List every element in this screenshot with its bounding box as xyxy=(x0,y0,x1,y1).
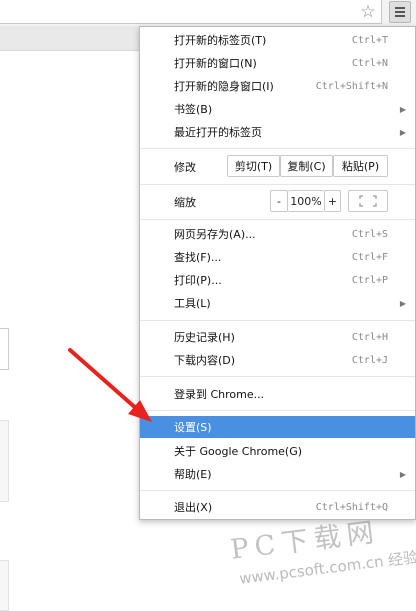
menu-item-label: 登录到 Chrome... xyxy=(174,388,265,401)
edit-label: 修改 xyxy=(174,161,196,174)
menu-item-recent-tabs[interactable]: 最近打开的标签页 ▶ xyxy=(140,121,415,143)
menu-item-downloads[interactable]: 下载内容(D) Ctrl+J xyxy=(140,349,415,371)
browser-toolbar: ☆ xyxy=(0,0,416,27)
cut-button[interactable]: 剪切(T) xyxy=(227,155,280,177)
menu-item-label: 打印(P)... xyxy=(174,274,222,287)
paste-button[interactable]: 粘贴(P) xyxy=(333,155,388,177)
menu-item-about[interactable]: 关于 Google Chrome(G) xyxy=(140,440,415,462)
address-bar[interactable] xyxy=(0,0,382,24)
menu-item-shortcut: Ctrl+N xyxy=(351,57,388,69)
menu-item-label: 工具(L) xyxy=(174,297,211,310)
menu-item-label: 关于 Google Chrome(G) xyxy=(174,445,303,458)
menu-item-label: 打开新的隐身窗口(I) xyxy=(174,80,274,93)
zoom-out-button[interactable]: - xyxy=(270,190,288,212)
menu-item-label: 退出(X) xyxy=(174,501,213,514)
menu-item-shortcut: Ctrl+T xyxy=(351,34,388,46)
menu-item-label: 设置(S) xyxy=(174,421,212,434)
menu-item-shortcut: Ctrl+Shift+N xyxy=(315,80,388,92)
hamburger-menu-icon[interactable] xyxy=(389,1,411,23)
star-outline-icon[interactable]: ☆ xyxy=(356,2,380,22)
menu-item-bookmarks[interactable]: 书签(B) ▶ xyxy=(140,98,415,120)
page-card-fragment xyxy=(0,420,9,502)
zoom-level: 100% xyxy=(288,190,324,212)
menu-item-new-tab[interactable]: 打开新的标签页(T) Ctrl+T xyxy=(140,29,415,51)
chrome-main-menu: 打开新的标签页(T) Ctrl+T 打开新的窗口(N) Ctrl+N 打开新的隐… xyxy=(139,26,416,520)
menu-item-find[interactable]: 查找(F)... Ctrl+F xyxy=(140,246,415,268)
menu-item-new-window[interactable]: 打开新的窗口(N) Ctrl+N xyxy=(140,52,415,74)
page-input-fragment[interactable] xyxy=(0,328,9,370)
menu-item-shortcut: Ctrl+S xyxy=(351,228,388,240)
menu-separator xyxy=(140,148,415,149)
menu-item-label: 历史记录(H) xyxy=(174,331,235,344)
watermark-overlay-text: 经验 xyxy=(387,548,416,570)
menu-separator xyxy=(140,184,415,185)
menu-item-label: 下载内容(D) xyxy=(174,354,236,367)
page-card-fragment xyxy=(0,560,9,611)
menu-item-new-incognito-window[interactable]: 打开新的隐身窗口(I) Ctrl+Shift+N xyxy=(140,75,415,97)
menu-separator xyxy=(140,490,415,491)
menu-item-shortcut: Ctrl+Shift+Q xyxy=(315,501,388,513)
menu-item-label: 最近打开的标签页 xyxy=(174,126,262,139)
menu-item-help[interactable]: 帮助(E) ▶ xyxy=(140,463,415,485)
menu-item-shortcut: Ctrl+P xyxy=(351,274,388,286)
submenu-arrow-icon: ▶ xyxy=(399,127,406,137)
menu-item-save-page[interactable]: 网页另存为(A)... Ctrl+S xyxy=(140,223,415,245)
fullscreen-icon[interactable] xyxy=(348,190,388,212)
menu-item-sign-in[interactable]: 登录到 Chrome... xyxy=(140,383,415,405)
submenu-arrow-icon: ▶ xyxy=(399,469,406,479)
page-header-strip xyxy=(0,26,140,51)
menu-item-print[interactable]: 打印(P)... Ctrl+P xyxy=(140,269,415,291)
menu-item-tools[interactable]: 工具(L) ▶ xyxy=(140,292,415,314)
menu-item-shortcut: Ctrl+F xyxy=(351,251,388,263)
menu-item-label: 查找(F)... xyxy=(174,251,222,264)
menu-item-history[interactable]: 历史记录(H) Ctrl+H xyxy=(140,326,415,348)
menu-item-shortcut: Ctrl+H xyxy=(351,331,388,343)
menu-separator xyxy=(140,410,415,411)
menu-edit-row: 修改 剪切(T) 复制(C) 粘贴(P) xyxy=(140,153,415,179)
menu-item-label: 帮助(E) xyxy=(174,468,212,481)
submenu-arrow-icon: ▶ xyxy=(399,104,406,114)
menu-item-label: 书签(B) xyxy=(174,103,213,116)
menu-zoom-row: 缩放 - 100% + xyxy=(140,187,415,215)
menu-item-label: 打开新的窗口(N) xyxy=(174,57,257,70)
menu-item-label: 打开新的标签页(T) xyxy=(174,34,267,47)
menu-separator xyxy=(140,376,415,377)
menu-item-settings[interactable]: 设置(S) xyxy=(140,416,415,438)
zoom-in-button[interactable]: + xyxy=(324,190,341,212)
menu-item-label: 网页另存为(A)... xyxy=(174,228,256,241)
zoom-label: 缩放 xyxy=(174,196,196,209)
submenu-arrow-icon: ▶ xyxy=(399,298,406,308)
menu-item-shortcut: Ctrl+J xyxy=(351,354,388,366)
menu-separator xyxy=(140,219,415,220)
copy-button[interactable]: 复制(C) xyxy=(280,155,333,177)
menu-separator xyxy=(140,320,415,321)
